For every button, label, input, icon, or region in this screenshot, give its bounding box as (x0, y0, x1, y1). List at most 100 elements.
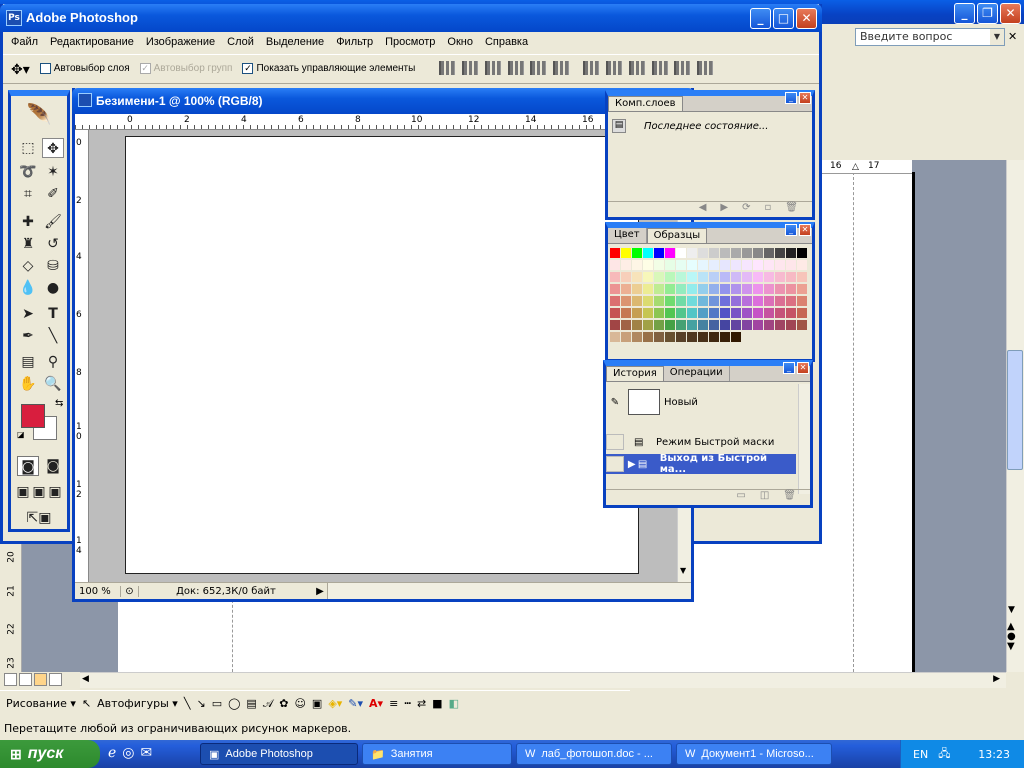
word-minimize-button[interactable]: _ (954, 3, 975, 24)
line-color-icon[interactable]: ✎▾ (348, 697, 363, 710)
color-swatch[interactable] (720, 320, 731, 331)
browse-object-icon[interactable]: ▲ ● ▼ (1007, 622, 1016, 652)
color-swatch[interactable] (742, 272, 753, 283)
color-swatch[interactable] (654, 248, 665, 259)
color-swatch[interactable] (731, 248, 742, 259)
screen-mode-full-menu-icon[interactable]: ▣ (31, 482, 47, 502)
outline-view-button[interactable] (49, 673, 62, 686)
color-swatch[interactable] (654, 272, 665, 283)
color-swatch[interactable] (753, 320, 764, 331)
scroll-left-icon[interactable]: ◀ (82, 674, 89, 684)
color-swatch[interactable] (775, 272, 786, 283)
color-swatch[interactable] (643, 284, 654, 295)
oval-icon[interactable]: ◯ (228, 697, 240, 710)
color-swatch[interactable] (720, 296, 731, 307)
align-vcenter-icon[interactable] (462, 60, 479, 75)
color-swatch[interactable] (621, 248, 632, 259)
color-swatch[interactable] (753, 284, 764, 295)
healing-brush-icon[interactable]: ✚ (17, 212, 39, 232)
delete-comp-icon[interactable]: 🗑 (785, 202, 798, 217)
color-swatch[interactable] (742, 308, 753, 319)
line-style-icon[interactable]: ≡ (389, 697, 398, 710)
color-swatch[interactable] (610, 260, 621, 271)
color-swatch[interactable] (687, 308, 698, 319)
color-swatch[interactable] (775, 284, 786, 295)
palette-close-button[interactable]: ✕ (799, 92, 811, 104)
color-swatch[interactable] (654, 308, 665, 319)
color-swatch[interactable] (742, 260, 753, 271)
blur-tool-icon[interactable]: 💧 (17, 278, 39, 298)
color-swatch[interactable] (775, 296, 786, 307)
color-swatch[interactable] (676, 320, 687, 331)
color-swatch[interactable] (643, 320, 654, 331)
foreground-color-swatch[interactable] (21, 404, 45, 428)
color-swatch[interactable] (610, 284, 621, 295)
media-icon[interactable]: ◎ (122, 745, 134, 761)
tab-swatches[interactable]: Образцы (646, 228, 708, 243)
marquee-tool-icon[interactable]: ⬚ (17, 138, 39, 158)
menu-select[interactable]: Выделение (266, 36, 324, 48)
color-swatch[interactable] (720, 260, 731, 271)
auto-select-layer-checkbox[interactable]: Автовыбор слоя (39, 63, 130, 75)
color-swatch[interactable] (632, 320, 643, 331)
document-horizontal-ruler[interactable]: 0 2 4 6 8 10 12 14 16 (75, 114, 679, 130)
color-swatch[interactable] (775, 260, 786, 271)
distribute-bottom-icon[interactable] (628, 60, 645, 75)
fill-color-icon[interactable]: ◈▾ (328, 697, 342, 710)
color-swatch[interactable] (698, 332, 709, 343)
web-view-button[interactable] (19, 673, 32, 686)
color-swatch[interactable] (753, 248, 764, 259)
color-swatch[interactable] (720, 248, 731, 259)
font-color-icon[interactable]: A▾ (369, 697, 383, 710)
color-swatch[interactable] (786, 272, 797, 283)
color-swatch[interactable] (632, 308, 643, 319)
distribute-vcenter-icon[interactable] (606, 60, 622, 75)
color-swatch[interactable] (731, 260, 742, 271)
align-top-icon[interactable] (439, 60, 456, 75)
color-swatch[interactable] (643, 332, 654, 343)
hand-tool-icon[interactable]: ✋ (17, 374, 39, 394)
color-swatch[interactable] (687, 296, 698, 307)
history-scrollbar[interactable] (798, 384, 810, 494)
menu-layer[interactable]: Слой (227, 36, 254, 48)
color-swatch[interactable] (709, 248, 720, 259)
color-swatch[interactable] (698, 260, 709, 271)
color-swatch[interactable] (632, 260, 643, 271)
color-swatch[interactable] (610, 272, 621, 283)
start-button[interactable]: ⊞ пуск (0, 740, 100, 768)
color-swatch[interactable] (709, 272, 720, 283)
color-swatch[interactable] (797, 296, 808, 307)
color-swatch[interactable] (786, 308, 797, 319)
menu-window[interactable]: Окно (447, 36, 473, 48)
jump-to-imageready-icon[interactable]: ⇱▣ (17, 508, 61, 528)
palette-close-button[interactable]: ✕ (799, 224, 811, 236)
color-swatch[interactable] (753, 308, 764, 319)
distribute-left-icon[interactable] (651, 60, 668, 75)
history-brush-icon[interactable]: ↺ (42, 234, 64, 254)
color-swatch[interactable] (786, 284, 797, 295)
pen-tool-icon[interactable]: ✒ (17, 326, 39, 346)
textbox-icon[interactable]: ▤ (246, 697, 256, 710)
color-swatch[interactable] (621, 260, 632, 271)
color-swatch[interactable] (632, 296, 643, 307)
menu-file[interactable]: Файл (11, 36, 38, 48)
color-swatch[interactable] (742, 284, 753, 295)
status-arrow-icon[interactable]: ▶ (313, 586, 327, 597)
align-bottom-icon[interactable] (484, 60, 501, 75)
menu-view[interactable]: Просмотр (385, 36, 435, 48)
scroll-right-icon[interactable]: ▶ (993, 674, 1000, 684)
scroll-down-icon[interactable]: ▼ (1008, 605, 1015, 615)
eraser-tool-icon[interactable]: ◇ (17, 256, 39, 276)
arrow-icon[interactable]: ↘ (196, 697, 205, 710)
color-swatch[interactable] (665, 272, 676, 283)
color-swatch[interactable] (621, 320, 632, 331)
color-swatch[interactable] (621, 308, 632, 319)
color-swatch[interactable] (698, 308, 709, 319)
color-swatch[interactable] (654, 284, 665, 295)
indent-marker-icon[interactable]: △ (852, 162, 859, 172)
magic-wand-icon[interactable]: ✶ (42, 162, 64, 182)
color-swatch[interactable] (665, 248, 676, 259)
color-swatch[interactable] (731, 272, 742, 283)
path-selection-icon[interactable]: ➤ (17, 304, 39, 324)
menu-filter[interactable]: Фильтр (336, 36, 373, 48)
